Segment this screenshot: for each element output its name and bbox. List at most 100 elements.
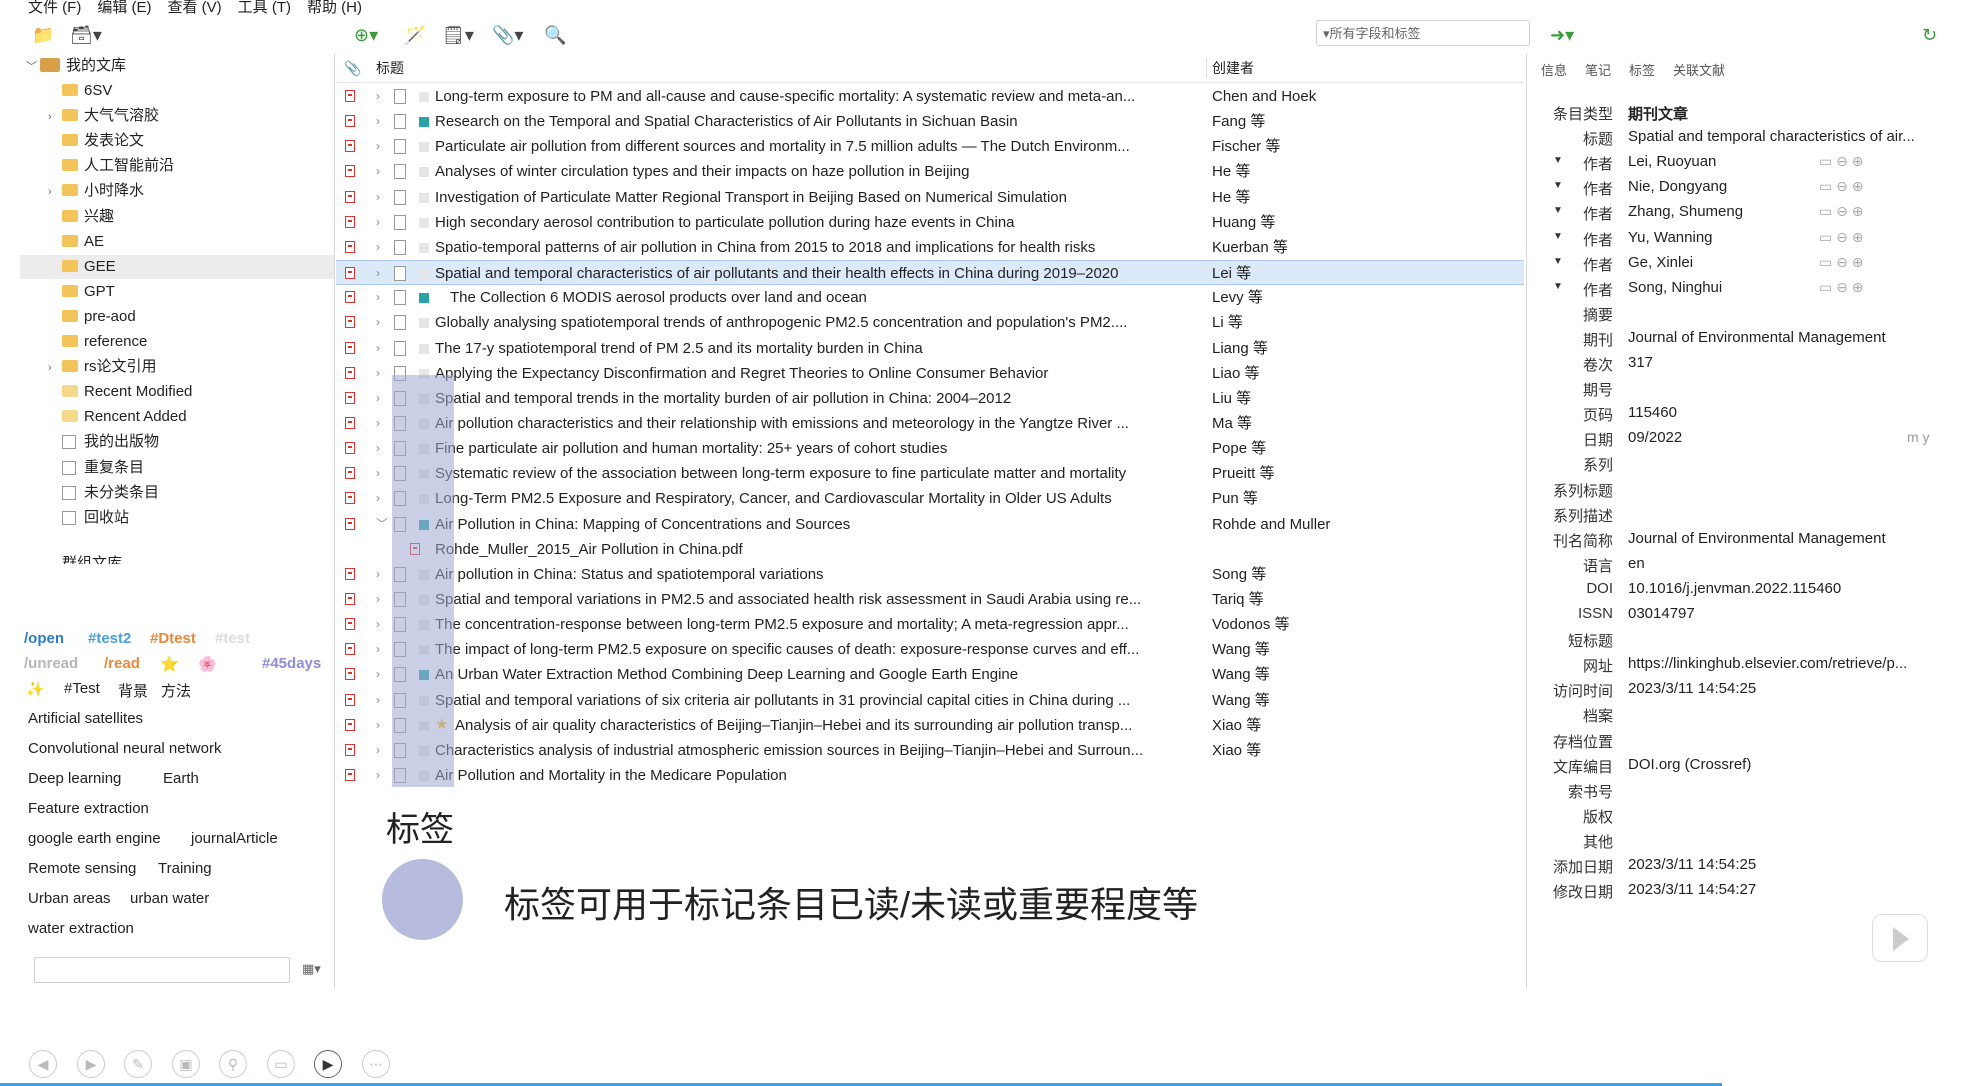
chevron-right-icon[interactable]: › [376,411,380,436]
more-icon[interactable]: ⋯ [362,1050,390,1078]
new-library-icon[interactable]: 🗃▾ [70,24,102,46]
tag-item[interactable]: #Test [64,680,100,697]
item-row[interactable]: › Spatio-temporal patterns of air polluti… [336,235,1524,260]
collection-item[interactable]: AE [48,230,334,254]
chevron-right-icon[interactable]: › [376,562,380,587]
collection-item[interactable]: reference [48,330,334,354]
tag-item[interactable]: water extraction [28,920,134,937]
field-value[interactable]: 2023/3/11 14:54:27 [1628,881,1946,898]
chevron-right-icon[interactable]: › [48,105,62,129]
chevron-right-icon[interactable]: › [376,336,380,361]
item-row[interactable]: › Characteristics analysis of industrial … [336,738,1524,763]
tag-item[interactable]: 方法 [161,680,191,701]
colored-tag[interactable]: /read [104,655,140,672]
chevron-right-icon[interactable]: › [376,261,380,286]
chevron-right-icon[interactable]: › [376,436,380,461]
collection-item[interactable]: 6SV [48,79,334,103]
zoom-icon[interactable]: ⚲ [219,1050,247,1078]
field-value[interactable]: 115460 [1628,404,1946,421]
field-value[interactable]: DOI.org (Crossref) [1628,756,1946,773]
sparkle-icon[interactable]: ✨ [26,680,45,698]
new-note-icon[interactable]: 🗒▾ [442,24,474,46]
chevron-right-icon[interactable]: › [376,210,380,235]
column-creator[interactable]: 创建者 [1212,54,1254,82]
field-value[interactable]: Yu, Wanning [1628,229,1946,246]
tag-item[interactable]: 背景 [118,680,148,701]
item-row[interactable]: › Fine particulate air pollution and huma… [336,436,1524,461]
chevron-right-icon[interactable]: › [376,109,380,134]
advanced-search-icon[interactable]: 🔍 [544,24,566,46]
screen-icon[interactable]: ▭ [267,1050,295,1078]
author-controls[interactable]: ▭ ⊖ ⊕ [1819,153,1863,170]
item-row[interactable]: › Air pollution characteristics and their… [336,411,1524,436]
tag-item[interactable]: Training [158,860,212,877]
item-row[interactable]: › Spatial and temporal trends in the mort… [336,386,1524,411]
collection-item[interactable]: GPT [48,280,334,304]
colored-tag[interactable]: #test [215,630,250,647]
item-row[interactable]: › Systematic review of the association be… [336,461,1524,486]
tag-item[interactable]: Feature extraction [28,800,149,817]
field-value[interactable]: 期刊文章 [1628,103,1946,124]
chevron-right-icon[interactable]: › [376,662,380,687]
chevron-down-icon[interactable]: ﹀ [376,512,388,537]
add-by-identifier-icon[interactable]: 🪄 [404,24,426,46]
item-row[interactable]: › Particulate air pollution from differen… [336,134,1524,159]
collection-item[interactable]: 兴趣 [48,205,334,229]
menu-item[interactable]: 编辑 (E) [97,0,151,16]
item-row[interactable]: › The concentration-response between long… [336,612,1524,637]
item-row[interactable]: › Globally analysing spatiotemporal trend… [336,310,1524,335]
tag-item[interactable]: google earth engine [28,830,161,847]
item-row[interactable]: › The 17-y spatiotemporal trend of PM 2.5… [336,336,1524,361]
menu-item[interactable]: 查看 (V) [168,0,222,16]
tag-item[interactable]: Earth [163,770,199,787]
collection-item[interactable]: 回收站 [48,506,334,530]
chevron-right-icon[interactable]: › [376,637,380,662]
item-row[interactable]: › Long-Term PM2.5 Exposure and Respirator… [336,486,1524,511]
chevron-right-icon[interactable]: › [376,486,380,511]
info-tab[interactable]: 关联文献 [1673,63,1725,78]
attachment-icon[interactable]: 📎▾ [492,24,523,46]
field-value[interactable]: Ge, Xinlei [1628,254,1946,271]
colored-tag[interactable]: #45days [262,655,321,672]
field-value[interactable]: Journal of Environmental Management [1628,329,1946,346]
collection-item[interactable]: › rs论文引用 [48,355,334,379]
collection-item[interactable]: 未分类条目 [48,481,334,505]
chevron-right-icon[interactable]: › [376,84,380,109]
play-button[interactable] [1872,914,1928,962]
collection-item[interactable]: 重复条目 [48,456,334,480]
search-input[interactable]: ▾所有字段和标签 [1316,20,1530,46]
colored-tag[interactable]: #test2 [88,630,131,647]
field-value[interactable]: 09/2022 [1628,429,1946,446]
field-value[interactable]: https://linkinghub.elsevier.com/retrieve… [1628,655,1946,672]
camera-icon[interactable]: ▶ [314,1050,342,1078]
chevron-right-icon[interactable]: › [376,587,380,612]
tag-actions-icon[interactable]: ▦▾ [302,961,321,977]
item-row[interactable]: › Air pollution in China: Status and spat… [336,562,1524,587]
colored-tag[interactable]: /open [24,630,64,647]
tag-item[interactable]: Convolutional neural network [28,740,221,757]
chevron-right-icon[interactable]: › [48,180,62,204]
collection-item[interactable]: GEE [20,254,334,279]
item-row[interactable]: › Research on the Temporal and Spatial Ch… [336,109,1524,134]
prev-icon[interactable]: ◀ [29,1050,57,1078]
sync-icon[interactable]: ↻ [1922,24,1937,46]
attachment-row[interactable]: Rohde_Muller_2015_Air Pollution in China… [336,537,1524,562]
field-value[interactable]: Nie, Dongyang [1628,178,1946,195]
field-value[interactable]: 2023/3/11 14:54:25 [1628,680,1946,697]
item-row[interactable]: › Long-term exposure to PM and all-cause … [336,84,1524,109]
item-row[interactable]: › Investigation of Particulate Matter Reg… [336,185,1524,210]
field-value[interactable]: 2023/3/11 14:54:25 [1628,856,1946,873]
item-row[interactable]: › The impact of long-term PM2.5 exposure … [336,637,1524,662]
chevron-right-icon[interactable]: › [376,310,380,335]
field-value[interactable]: Zhang, Shumeng [1628,203,1946,220]
field-value[interactable]: Lei, Ruoyuan [1628,153,1946,170]
item-row[interactable]: ﹀ Air Pollution in China: Mapping of Conc… [336,512,1524,537]
field-value[interactable]: Journal of Environmental Management [1628,530,1946,547]
field-value[interactable]: 03014797 [1628,605,1946,622]
chevron-right-icon[interactable]: › [376,763,380,788]
tag-item[interactable]: Deep learning [28,770,121,787]
menu-item[interactable]: 帮助 (H) [307,0,362,16]
chevron-right-icon[interactable]: › [48,356,62,380]
chevron-right-icon[interactable]: › [376,461,380,486]
draw-icon[interactable]: ✎ [124,1050,152,1078]
